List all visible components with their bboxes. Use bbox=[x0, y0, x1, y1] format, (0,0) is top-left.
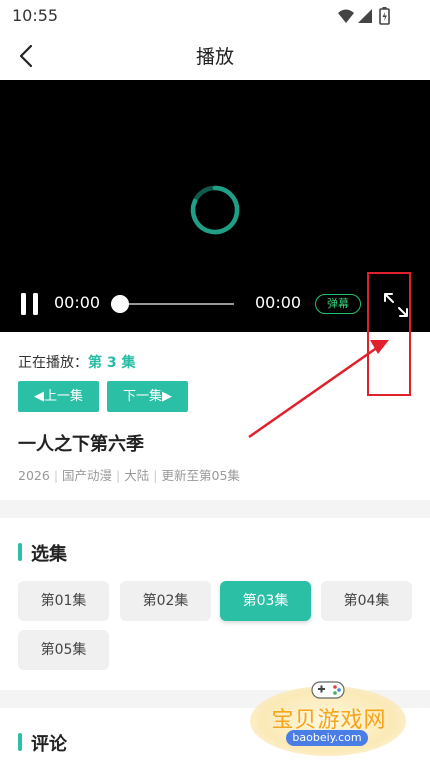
loading-spinner-icon bbox=[190, 185, 240, 235]
episode-chip-3[interactable]: 第03集 bbox=[220, 581, 311, 621]
now-playing-episode: 第 3 集 bbox=[88, 355, 136, 371]
watermark-url: baobeiy.com bbox=[286, 730, 368, 746]
app-bar: 播放 bbox=[0, 32, 430, 80]
meta-update: 更新至第05集 bbox=[161, 468, 240, 483]
status-icons bbox=[338, 7, 390, 25]
watermark-logo: 宝贝游戏网 baobeiy.com bbox=[244, 676, 412, 758]
signal-icon bbox=[358, 9, 372, 23]
now-playing-label: 正在播放： bbox=[18, 355, 88, 371]
gamepad-icon bbox=[311, 681, 345, 699]
meta-year: 2026 bbox=[18, 468, 50, 483]
status-time: 10:55 bbox=[12, 6, 59, 25]
section-accent-bar bbox=[18, 733, 22, 751]
show-meta: 2026 | 国产动漫 | 大陆 | 更新至第05集 bbox=[18, 468, 240, 483]
page-title: 播放 bbox=[195, 46, 234, 68]
current-time: 00:00 bbox=[54, 293, 101, 312]
episode-chip-4[interactable]: 第04集 bbox=[321, 581, 412, 621]
wifi-icon bbox=[338, 9, 354, 23]
video-player[interactable]: 00:00 00:00 弹幕 bbox=[0, 80, 430, 332]
episode-chip-5[interactable]: 第05集 bbox=[18, 630, 109, 670]
episodes-title: 选集 bbox=[31, 544, 67, 565]
comments-title: 评论 bbox=[31, 734, 67, 755]
episodes-section: 选集 第01集 第02集 第03集 第04集 第05集 bbox=[0, 518, 430, 690]
prev-episode-button[interactable]: ◀上一集 bbox=[18, 381, 99, 412]
danmaku-button[interactable]: 弹幕 bbox=[315, 294, 361, 314]
annotation-highlight-box bbox=[367, 272, 411, 396]
info-card: 正在播放：第 3 集 ◀上一集 下一集▶ 一人之下第六季 2026 | 国产动漫 | 大… bbox=[0, 332, 430, 500]
progress-knob[interactable] bbox=[111, 295, 129, 313]
show-title: 一人之下第六季 bbox=[18, 434, 144, 455]
meta-genre: 国产动漫 bbox=[62, 468, 113, 483]
now-playing: 正在播放：第 3 集 bbox=[18, 352, 136, 372]
pause-icon[interactable] bbox=[20, 291, 40, 317]
section-accent-bar bbox=[18, 543, 22, 561]
next-episode-button[interactable]: 下一集▶ bbox=[107, 381, 188, 412]
progress-track[interactable] bbox=[118, 303, 234, 305]
status-bar: 10:55 bbox=[0, 0, 430, 32]
total-time: 00:00 bbox=[255, 293, 302, 312]
meta-region: 大陆 bbox=[124, 468, 150, 483]
episode-chip-2[interactable]: 第02集 bbox=[120, 581, 211, 621]
episode-chip-1[interactable]: 第01集 bbox=[18, 581, 109, 621]
